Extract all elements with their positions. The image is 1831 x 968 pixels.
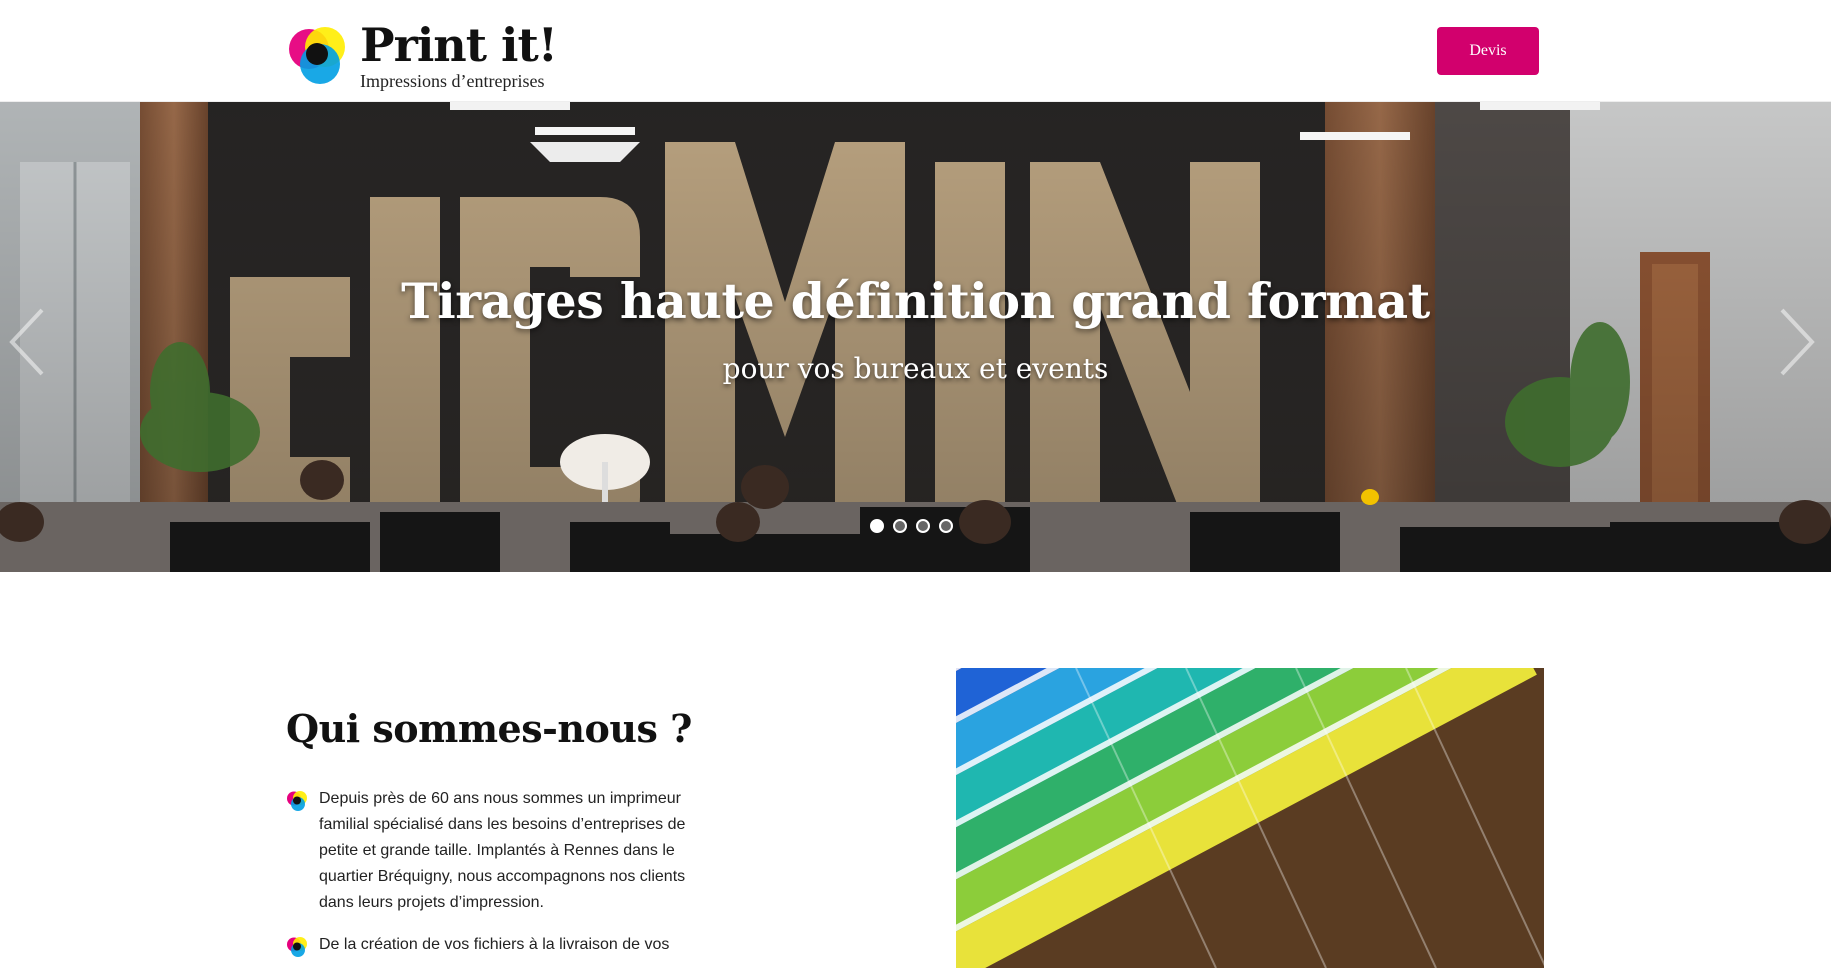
about-item-text: De la création de vos fichiers à la livr… <box>319 936 670 953</box>
carousel-indicator[interactable] <box>916 519 930 533</box>
carousel-prev-button[interactable] <box>2 302 52 382</box>
list-item: Depuis près de 60 ans nous sommes un imp… <box>286 786 696 916</box>
hero-carousel: Tirages haute définition grand format po… <box>0 102 1831 572</box>
chevron-left-icon <box>9 308 44 376</box>
brand-tagline: Impressions d’entreprises <box>360 71 545 91</box>
chevron-right-icon <box>1780 308 1815 376</box>
about-item-text: Depuis près de 60 ans nous sommes un imp… <box>319 790 686 911</box>
about-title: Qui sommes-nous ? <box>286 706 692 751</box>
cmyk-bullet-icon <box>286 790 308 812</box>
about-list: Depuis près de 60 ans nous sommes un imp… <box>286 786 696 968</box>
logo-text: Print it! Impressions d’entreprises <box>360 18 558 91</box>
carousel-next-button[interactable] <box>1772 302 1822 382</box>
carousel-indicator[interactable] <box>893 519 907 533</box>
carousel-indicator[interactable] <box>870 519 884 533</box>
hero-title: Tirages haute définition grand format <box>401 272 1430 330</box>
hero-subtitle: pour vos bureaux et events <box>722 352 1109 385</box>
carousel-indicator[interactable] <box>939 519 953 533</box>
color-swatch-image <box>956 668 1544 968</box>
list-item: De la création de vos fichiers à la livr… <box>286 932 696 958</box>
devis-button[interactable]: Devis <box>1437 27 1539 75</box>
cmyk-bullet-icon <box>286 936 308 958</box>
hero-background-image <box>0 102 1831 572</box>
logo[interactable]: Print it! Impressions d’entreprises <box>286 18 558 91</box>
carousel-indicators <box>870 519 953 533</box>
brand-name: Print it! <box>360 18 558 72</box>
cmyk-circles-icon <box>286 25 348 87</box>
site-header: Print it! Impressions d’entreprises Devi… <box>0 0 1831 102</box>
